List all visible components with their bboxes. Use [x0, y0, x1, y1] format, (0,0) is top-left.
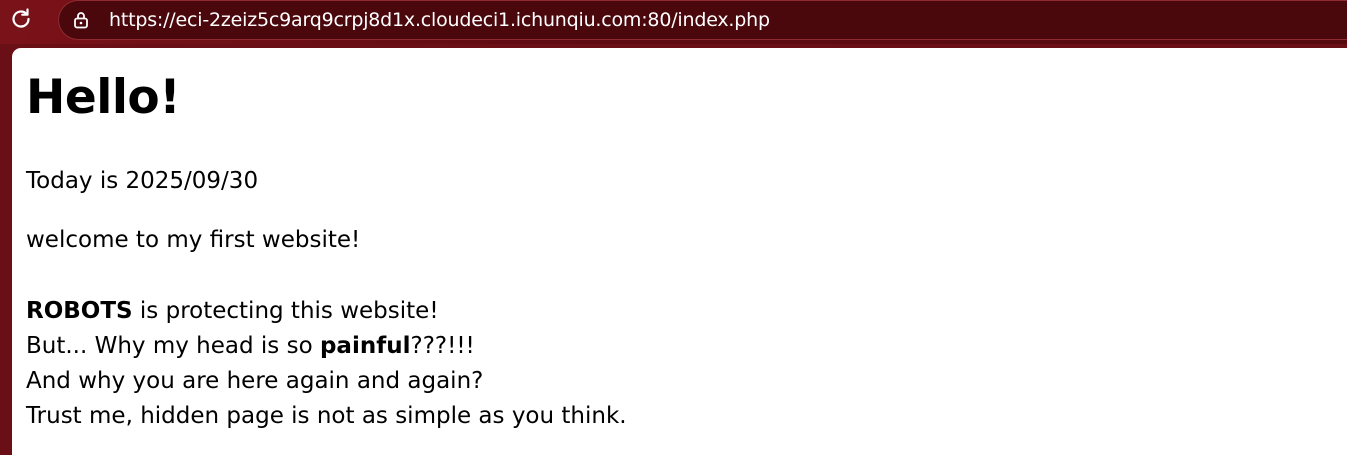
date-line: Today is 2025/09/30: [26, 168, 259, 194]
painful-bold: painful: [319, 333, 411, 359]
message-line-4: Trust me, hidden page is not as simple a…: [26, 403, 627, 429]
page-heading: Hello!: [26, 70, 181, 125]
browser-toolbar: https://eci-2zeiz5c9arq9crpj8d1x.cloudec…: [0, 0, 1347, 44]
message-line-2-start: But... Why my head is so: [26, 333, 320, 359]
message-line-1: is protecting this website!: [132, 298, 439, 324]
robots-bold: ROBOTS: [26, 298, 133, 324]
message-line-2-end: ???!!!: [410, 333, 475, 359]
reload-button[interactable]: [6, 4, 36, 34]
lock-icon[interactable]: [71, 10, 91, 30]
welcome-text: welcome to my first website!: [26, 227, 361, 253]
message-block: ROBOTS is protecting this website! But..…: [26, 294, 627, 434]
url-text[interactable]: https://eci-2zeiz5c9arq9crpj8d1x.cloudec…: [109, 7, 770, 33]
reload-icon: [12, 8, 30, 28]
address-bar[interactable]: https://eci-2zeiz5c9arq9crpj8d1x.cloudec…: [58, 0, 1347, 40]
message-line-3: And why you are here again and again?: [26, 368, 484, 394]
page-viewport: Hello! Today is 2025/09/30 welcome to my…: [12, 48, 1347, 455]
